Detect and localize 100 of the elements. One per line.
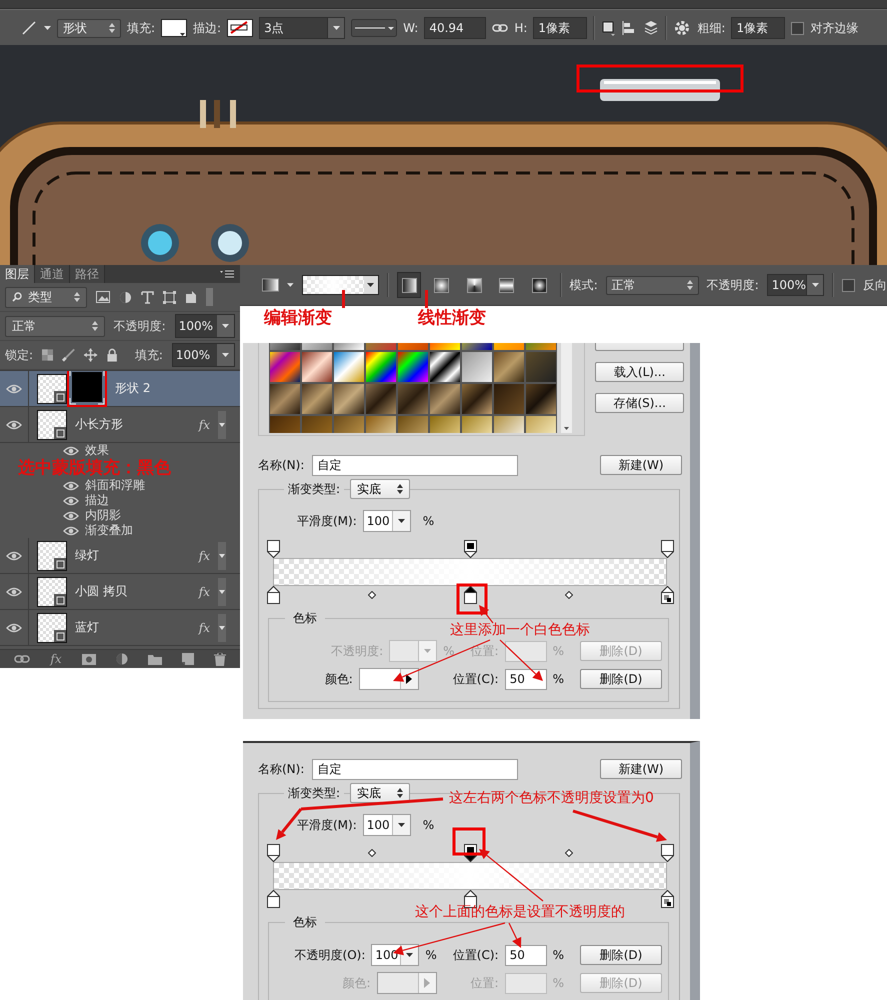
filter-toggle-icon[interactable]: [206, 288, 213, 306]
delete-button[interactable]: 删除(D): [580, 669, 662, 689]
panel-tab[interactable]: 路径: [70, 265, 105, 283]
delete-button[interactable]: 删除(D): [580, 945, 662, 965]
fill-swatch[interactable]: [161, 19, 188, 37]
new-button[interactable]: 新建(W): [600, 455, 682, 475]
layer-filter-select[interactable]: 类型: [5, 286, 87, 308]
midpoint-diamond-icon[interactable]: [564, 849, 572, 857]
tool-mode-select[interactable]: 形状: [57, 18, 121, 38]
eye-icon[interactable]: [6, 420, 22, 430]
color-stop[interactable]: [267, 586, 280, 604]
opacity-stop[interactable]: [464, 540, 477, 558]
linear-gradient-button[interactable]: [396, 272, 422, 298]
midpoint-diamond-icon[interactable]: [564, 591, 572, 599]
eye-icon[interactable]: [6, 550, 22, 560]
eye-icon[interactable]: [6, 384, 22, 394]
gradient-tool-icon[interactable]: [262, 278, 279, 292]
opacity-stop[interactable]: [267, 844, 280, 862]
gradient-preset[interactable]: [397, 351, 429, 383]
opacity-field[interactable]: 100%: [174, 314, 235, 338]
fill-field[interactable]: 100%: [172, 343, 236, 367]
color-stop[interactable]: [267, 890, 280, 908]
smart-object-filter-icon[interactable]: [185, 290, 197, 304]
brush-icon[interactable]: [62, 348, 76, 362]
align-edges-checkbox[interactable]: [791, 22, 804, 34]
trash-icon[interactable]: [214, 652, 226, 666]
add-mask-icon[interactable]: [82, 654, 96, 664]
new-button[interactable]: 新建(W): [600, 759, 682, 779]
eye-icon[interactable]: [6, 622, 22, 632]
midpoint-diamond-icon[interactable]: [368, 591, 376, 599]
panel-tab[interactable]: 图层: [0, 265, 35, 283]
scrollbar-drawing[interactable]: [561, 343, 572, 433]
eye-icon[interactable]: [63, 446, 79, 456]
stroke-width-field[interactable]: 3点: [259, 17, 346, 39]
position-field[interactable]: 50: [504, 668, 547, 690]
position-field[interactable]: [504, 640, 547, 662]
color-stop[interactable]: [661, 586, 674, 604]
layer-row[interactable]: 绿灯 fx: [0, 538, 240, 574]
mode-select[interactable]: 正常: [606, 276, 699, 294]
opacity-stop[interactable]: [661, 844, 674, 862]
name-field[interactable]: 自定: [312, 454, 518, 476]
color-swatch-field[interactable]: [358, 668, 419, 690]
opacity-field[interactable]: [389, 640, 438, 662]
opacity-field[interactable]: 100%: [766, 274, 824, 296]
settings-icon[interactable]: [673, 19, 692, 37]
color-swatch-field[interactable]: [376, 972, 437, 994]
lock-icon[interactable]: [106, 348, 117, 362]
line-style-dropdown[interactable]: [351, 19, 398, 37]
adjustment-filter-icon[interactable]: [119, 290, 132, 304]
reverse-checkbox[interactable]: [842, 278, 855, 292]
layer-row[interactable]: 小圆 拷贝 fx: [0, 574, 240, 610]
opacity-stop[interactable]: [661, 540, 674, 558]
dialog-button[interactable]: 存储(S)...: [595, 393, 684, 413]
position-field[interactable]: 50: [504, 944, 547, 966]
lock-transparency-icon[interactable]: [42, 349, 54, 361]
panel-tab[interactable]: 通道: [35, 265, 70, 283]
link-layers-icon[interactable]: [14, 654, 30, 664]
text-filter-icon[interactable]: [141, 290, 154, 304]
add-style-button[interactable]: fx: [50, 652, 62, 666]
layer-row[interactable]: 蓝灯 fx: [0, 610, 240, 646]
weight-field[interactable]: 1像素: [731, 17, 786, 39]
path-operations-icon[interactable]: [601, 20, 616, 36]
line-tool-icon[interactable]: [20, 19, 38, 37]
path-arrangement-icon[interactable]: [643, 20, 660, 36]
folder-icon[interactable]: [148, 654, 162, 664]
midpoint-diamond-icon[interactable]: [368, 849, 376, 857]
layer-row[interactable]: 小长方形 fx: [0, 407, 240, 443]
move-icon[interactable]: [84, 348, 98, 362]
name-field[interactable]: 自定: [312, 758, 518, 780]
link-icon[interactable]: [492, 23, 508, 33]
gradient-preset[interactable]: [461, 351, 493, 383]
stroke-swatch[interactable]: [227, 19, 254, 37]
shape-filter-icon[interactable]: [163, 290, 176, 304]
height-field[interactable]: 1像素: [533, 17, 588, 39]
panel-menu-icon[interactable]: [220, 270, 234, 278]
gradient-preset[interactable]: [365, 351, 397, 383]
dialog-button[interactable]: 载入(L)...: [595, 362, 684, 382]
opacity-field[interactable]: 100: [371, 944, 420, 966]
color-stop[interactable]: [661, 890, 674, 908]
image-filter-icon[interactable]: [96, 291, 110, 303]
gradient-type-select[interactable]: 实底: [350, 479, 410, 499]
width-field[interactable]: 40.94: [424, 17, 486, 39]
eye-icon[interactable]: [63, 480, 79, 490]
gradient-preset[interactable]: [333, 351, 365, 383]
smoothness-field[interactable]: 100: [362, 814, 411, 836]
adjustment-layer-icon[interactable]: [116, 653, 128, 665]
eye-icon[interactable]: [63, 526, 79, 536]
new-layer-icon[interactable]: [182, 653, 194, 665]
smoothness-field[interactable]: 100: [362, 510, 411, 532]
blend-mode-select[interactable]: 正常: [5, 316, 105, 336]
opacity-stop[interactable]: [267, 540, 280, 558]
position-field[interactable]: [504, 972, 547, 994]
eye-icon[interactable]: [63, 496, 79, 506]
gradient-type-select[interactable]: 实底: [350, 783, 410, 803]
gradient-picker[interactable]: [302, 275, 379, 295]
layer-row[interactable]: 形状 2: [0, 371, 240, 407]
eye-icon[interactable]: [63, 510, 79, 520]
gradient-preset[interactable]: [429, 351, 461, 383]
eye-icon[interactable]: [6, 586, 22, 596]
color-stop[interactable]: [464, 586, 477, 604]
